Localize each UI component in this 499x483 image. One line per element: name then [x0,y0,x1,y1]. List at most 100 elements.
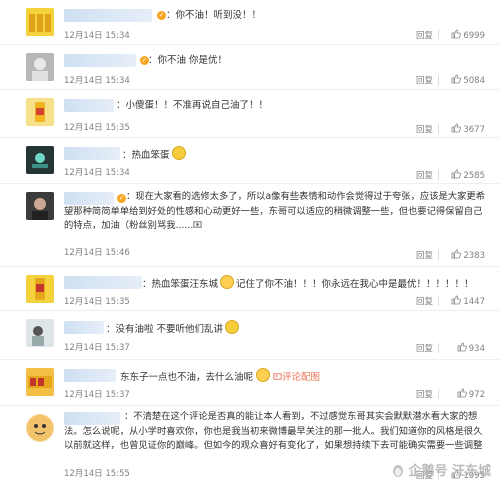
reply-button[interactable]: 回复 [416,74,433,86]
comment-text: ：你不油 你是优！ [148,55,228,66]
comment-text: ：没有油啦 不要听他们乱讲 [106,320,489,337]
thumbs-up-icon [457,342,467,352]
reply-button[interactable]: 回复 [416,295,433,307]
comment-body: ：热血笨蛋汪东城 [142,279,219,290]
comment-body: 东东子一点也不油，去什么油呢 [120,372,254,383]
smile-emoji-icon [171,146,186,160]
comment-item: 东东子一点也不油，去什么油呢 评论配图 12月14日 15:37 回复 972 [0,360,499,406]
like-button[interactable]: 6999 [451,29,485,41]
comment-text: ：热血笨蛋 [122,146,489,163]
thumbs-up-icon [451,74,462,84]
image-icon [193,221,202,228]
like-count: 3677 [463,125,485,135]
image-link[interactable]: 评论配图 [282,372,320,383]
like-button[interactable]: 1447 [451,295,485,307]
divider [438,343,439,353]
comment-body: ：没有油啦 不要听他们乱讲 [106,324,224,335]
comment-item: ：小傻蛋！！不准再说自己油了！！ 12月14日 15:35 回复 3677 [0,90,499,138]
like-count: 6999 [463,31,485,41]
like-count: 5084 [463,76,485,86]
username[interactable] [64,369,116,382]
smile-emoji-icon [220,275,235,289]
comment-item: ：没有油啦 不要听他们乱讲 12月14日 15:37 回复 934 [0,311,499,360]
like-count: 2383 [463,251,485,261]
thumbs-up-icon [451,29,462,39]
avatar[interactable] [26,98,54,126]
comment-date: 12月14日 15:34 [64,168,130,178]
comment-body-2: 记住了你不油！！！你永远在我心中是最优！！！！！！ [236,279,474,290]
like-count: 2585 [463,171,485,181]
divider [438,75,439,85]
thumbs-up-icon [451,295,462,305]
image-icon [273,373,282,380]
username[interactable] [64,276,142,289]
comment-body: ：热血笨蛋 [122,150,170,161]
username[interactable] [64,147,120,160]
comment-body: ：现在大家看的选修太多了，所以a像有些表情和动作会觉得过于夸张，应该是大家更希望… [64,191,485,231]
comment-text: ：不清楚在这个评论是否真的能让本人看到，不过感觉东哥其实会默默潜水看大家的想法。… [64,411,483,451]
like-button[interactable]: 2585 [451,169,485,181]
reply-button[interactable]: 回复 [416,123,433,135]
username[interactable] [64,9,152,22]
comment-text: ：热血笨蛋汪东城 记住了你不油！！！你永远在我心中是最优！！！！！！ [142,275,489,292]
username[interactable] [64,54,136,67]
divider [438,124,439,134]
avatar[interactable] [26,146,54,174]
comment-item: ✓ ：现在大家看的选修太多了，所以a像有些表情和动作会觉得过于夸张，应该是大家更… [0,184,499,267]
avatar[interactable] [26,192,54,220]
thumbs-up-icon [451,123,462,133]
like-button[interactable]: 3677 [451,123,485,135]
username[interactable] [64,321,104,334]
reply-button[interactable]: 回复 [416,342,433,354]
comment-text: 东东子一点也不油，去什么油呢 评论配图 [120,368,489,385]
comment-date: 12月14日 15:35 [64,297,130,307]
comment-text: ：小傻蛋！！不准再说自己油了！！ [116,100,269,111]
like-count: 934 [468,344,485,354]
reply-button[interactable]: 回复 [416,388,433,400]
divider [438,30,439,40]
divider [438,389,439,399]
reply-button[interactable]: 回复 [416,249,433,261]
like-button[interactable]: 5084 [451,74,485,86]
comment-date: 12月14日 15:46 [64,248,130,258]
comment-item: ：热血笨蛋 12月14日 15:34 回复 2585 [0,138,499,184]
comment-date: 12月14日 15:37 [64,390,130,400]
watermark: 企鹅号 汪东城 [391,460,491,479]
penguin-icon [393,465,404,477]
thumbs-up-icon [451,169,462,179]
comment-date: 12月14日 15:55 [64,469,130,479]
watermark-text: 企鹅号 汪东城 [408,464,491,479]
avatar[interactable] [26,368,54,396]
avatar[interactable] [26,8,54,36]
avatar[interactable] [26,53,54,81]
comment-text: ：现在大家看的选修太多了，所以a像有些表情和动作会觉得过于夸张，应该是大家更希望… [64,190,489,234]
comment-date: 12月14日 15:35 [64,123,130,133]
like-button[interactable]: 934 [457,342,485,354]
smile-emoji-icon [225,320,240,334]
divider [438,296,439,306]
reply-button[interactable]: 回复 [416,169,433,181]
smile-emoji-icon [256,368,271,382]
comment-item: ：热血笨蛋汪东城 记住了你不油！！！你永远在我心中是最优！！！！！！ 12月14日… [0,267,499,311]
avatar[interactable] [26,275,54,303]
like-count: 1447 [463,297,485,307]
comment-list: ✓ ：你不油！听到没！！ 12月14日 15:34 回复 6999 ✓ ：你不油… [0,0,499,483]
comment-text: ：你不油！听到没！！ [166,10,262,21]
comment-date: 12月14日 15:34 [64,76,130,86]
like-button[interactable]: 2383 [451,249,485,261]
like-count: 972 [468,390,485,400]
thumbs-up-icon [457,388,467,398]
username[interactable] [64,99,114,112]
divider [438,170,439,180]
avatar[interactable] [26,414,54,442]
like-button[interactable]: 972 [457,388,485,400]
avatar[interactable] [26,319,54,347]
divider [438,250,439,260]
comment-date: 12月14日 15:34 [64,31,130,41]
comment-item: ✓ ：你不油！听到没！！ 12月14日 15:34 回复 6999 [0,0,499,45]
thumbs-up-icon [451,249,462,259]
comment-date: 12月14日 15:37 [64,343,130,353]
reply-button[interactable]: 回复 [416,29,433,41]
verified-icon: ✓ [157,11,166,20]
comment-item: ✓ ：你不油 你是优！ 12月14日 15:34 回复 5084 [0,45,499,90]
